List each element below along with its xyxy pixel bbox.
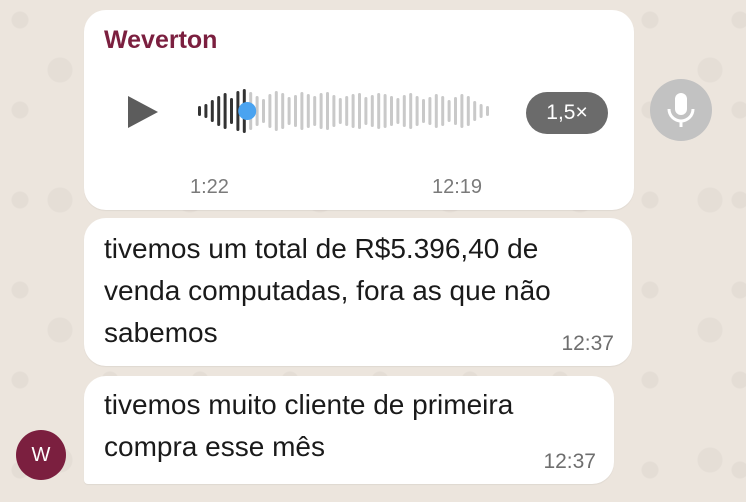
- waveform-bar: [294, 95, 297, 127]
- waveform-bar: [345, 96, 349, 126]
- voice-timestamp: 12:19: [432, 176, 483, 198]
- message-timestamp: 12:37: [561, 332, 614, 355]
- waveform-bar: [486, 106, 489, 116]
- waveform-bar: [447, 100, 451, 122]
- waveform-bar: [454, 97, 457, 125]
- waveform-bar: [473, 101, 477, 121]
- waveform-bar: [217, 96, 221, 126]
- waveform-bar: [377, 93, 381, 129]
- message-bubble: tivemos um total de R$5.396,40 de venda …: [84, 218, 632, 366]
- message-bubble: tivemos muito cliente de primeira compra…: [84, 376, 614, 484]
- waveform-bar: [351, 94, 355, 128]
- microphone-icon[interactable]: [650, 79, 712, 141]
- waveform-bar: [383, 94, 387, 128]
- waveform-bar: [287, 97, 291, 125]
- sender-name: Weverton: [104, 26, 218, 54]
- message-timestamp: 12:37: [543, 450, 596, 473]
- waveform-bar: [313, 96, 317, 126]
- waveform-bar: [390, 96, 393, 126]
- voice-message-bubble: Weverton 1,5× 1:22 12:19: [84, 10, 634, 210]
- waveform-bar: [319, 93, 323, 129]
- waveform-bar: [262, 99, 265, 123]
- playback-position-knob[interactable]: [238, 102, 257, 120]
- avatar[interactable]: W: [16, 430, 66, 480]
- waveform-bar: [364, 97, 368, 125]
- waveform-bar: [300, 92, 304, 130]
- waveform-bar: [466, 96, 470, 126]
- waveform-bar: [358, 93, 361, 129]
- message-text: tivemos muito cliente de primeira compra…: [104, 389, 514, 462]
- waveform-bar: [204, 104, 208, 118]
- waveform-bar: [441, 96, 445, 126]
- waveform-bar: [210, 100, 214, 122]
- waveform-bar: [479, 104, 483, 118]
- waveform-bar: [415, 96, 419, 126]
- waveform-bar: [402, 95, 406, 127]
- waveform-bar: [434, 94, 438, 128]
- waveform-bar: [274, 91, 278, 131]
- audio-waveform[interactable]: [198, 88, 498, 134]
- voice-duration: 1:22: [190, 176, 229, 198]
- waveform-bar: [409, 93, 413, 129]
- waveform-bar: [370, 95, 374, 127]
- playback-speed-button[interactable]: 1,5×: [526, 92, 608, 134]
- waveform-bar: [332, 95, 336, 127]
- waveform-bar: [198, 106, 201, 116]
- waveform-bar: [338, 98, 342, 124]
- waveform-bar: [306, 94, 310, 128]
- waveform-bar: [230, 98, 233, 124]
- waveform-bar: [223, 93, 227, 129]
- waveform-bar: [281, 93, 285, 129]
- waveform-bar: [326, 92, 329, 130]
- waveform-bar: [428, 97, 432, 125]
- waveform-bar: [422, 99, 425, 123]
- waveform-bar: [268, 94, 272, 128]
- waveform-bar: [460, 94, 464, 128]
- play-icon[interactable]: [128, 96, 158, 128]
- waveform-bar: [396, 98, 400, 124]
- message-text: tivemos um total de R$5.396,40 de venda …: [104, 233, 551, 348]
